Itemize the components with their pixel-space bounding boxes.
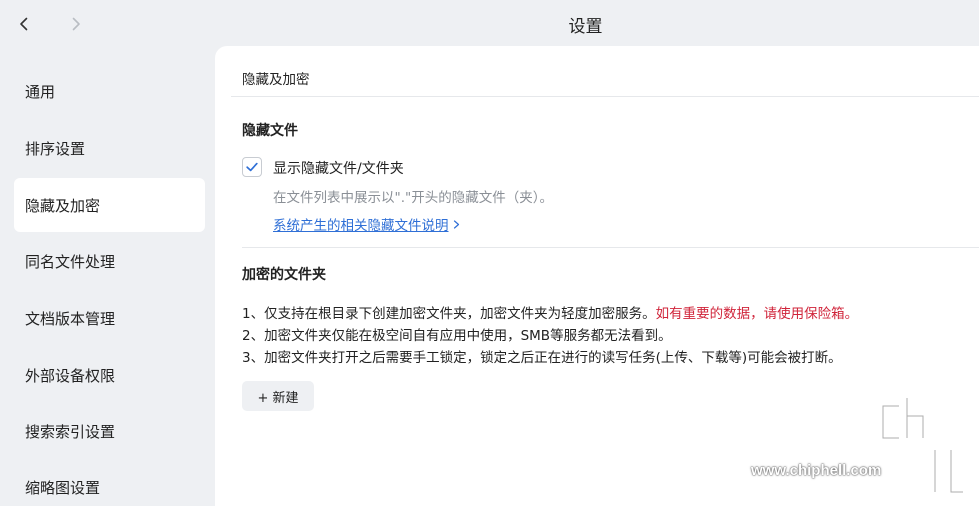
rule-item-2: 2、加密文件夹仅能在极空间自有应用中使用，SMB等服务都无法看到。 — [242, 324, 672, 344]
watermark: www.chiphell.com — [751, 396, 971, 496]
sidebar-item-sorting[interactable]: 排序设置 — [14, 121, 205, 175]
window-title: 设置 — [568, 17, 603, 37]
rule-text: 1、仅支持在根目录下创建加密文件夹，加密文件夹为轻度加密服务。 — [242, 306, 656, 322]
sidebar-item-external-devices[interactable]: 外部设备权限 — [14, 348, 205, 402]
rule-item-1: 1、仅支持在根目录下创建加密文件夹，加密文件夹为轻度加密服务。如有重要的数据，请… — [242, 302, 858, 322]
sidebar-item-hide-encrypt[interactable]: 隐藏及加密 — [14, 178, 205, 232]
rule-item-3: 3、加密文件夹打开之后需要手工锁定，锁定之后正在进行的读写任务(上传、下载等)可… — [242, 346, 842, 366]
show-hidden-files-label[interactable]: 显示隐藏文件/文件夹 — [273, 158, 404, 178]
rule-text: 3、加密文件夹打开之后需要手工锁定，锁定之后正在进行的读写任务(上传、下载等)可… — [242, 350, 842, 366]
hidden-files-help-link[interactable]: 系统产生的相关隐藏文件说明 — [273, 214, 461, 234]
section-divider — [242, 247, 979, 248]
encrypted-folders-title: 加密的文件夹 — [242, 267, 326, 283]
sidebar: 通用 排序设置 隐藏及加密 同名文件处理 文档版本管理 外部设备权限 搜索索引设… — [0, 46, 215, 506]
top-bar: 设置 — [0, 0, 979, 46]
sidebar-item-version-management[interactable]: 文档版本管理 — [14, 291, 205, 345]
sidebar-item-search-index[interactable]: 搜索索引设置 — [14, 404, 205, 458]
page-title: 隐藏及加密 — [242, 72, 310, 88]
sidebar-item-general[interactable]: 通用 — [14, 64, 205, 118]
check-icon — [246, 162, 258, 172]
chiphell-logo-icon — [880, 396, 966, 495]
chevron-right-icon — [453, 219, 459, 229]
hidden-files-description: 在文件列表中展示以"."开头的隐藏文件（夹）。 — [273, 190, 553, 206]
watermark-text: www.chiphell.com — [751, 462, 882, 479]
sidebar-item-duplicate-names[interactable]: 同名文件处理 — [14, 234, 205, 288]
hidden-files-help-link-text[interactable]: 系统产生的相关隐藏文件说明 — [273, 214, 449, 234]
header-divider — [231, 96, 979, 97]
rule-warning: 如有重要的数据，请使用保险箱。 — [655, 306, 859, 322]
rule-text: 2、加密文件夹仅能在极空间自有应用中使用，SMB等服务都无法看到。 — [242, 328, 672, 344]
hidden-files-title: 隐藏文件 — [242, 123, 298, 139]
new-encrypted-folder-button[interactable]: + 新建 — [242, 381, 314, 411]
show-hidden-files-checkbox[interactable] — [242, 157, 262, 177]
sidebar-item-thumbnails[interactable]: 缩略图设置 — [14, 460, 205, 506]
